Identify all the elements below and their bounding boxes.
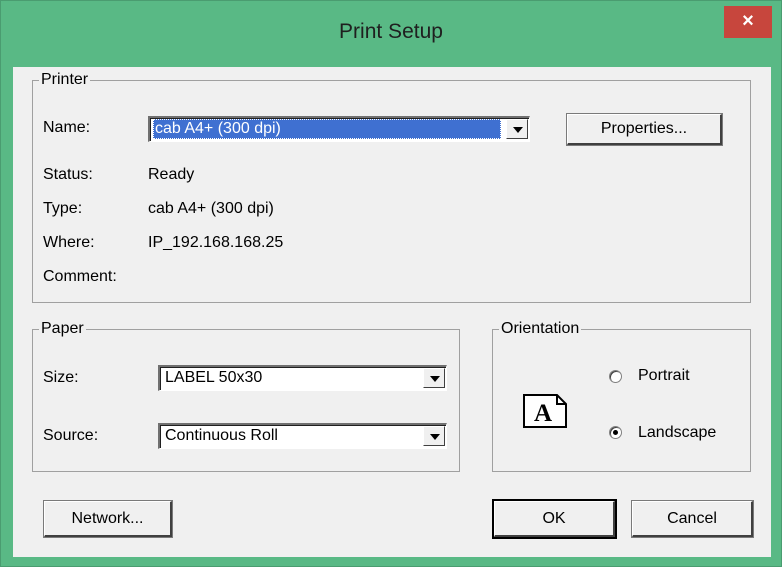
paper-source-label: Source: [43,427,99,444]
portrait-radio[interactable] [609,370,622,383]
paper-group-label: Paper [39,319,86,339]
paper-source-value: Continuous Roll [165,427,278,444]
network-button[interactable]: Network... [44,501,172,537]
dialog-client-area: Printer Name: cab A4+ (300 dpi) Properti… [13,67,771,557]
chevron-down-icon[interactable] [423,426,445,446]
chevron-down-icon[interactable] [506,119,528,139]
print-setup-dialog: Print Setup × Printer Name: cab A4+ (300… [0,0,782,567]
paper-size-select[interactable]: LABEL 50x30 [158,365,447,391]
type-label: Type: [43,200,83,217]
title-bar[interactable]: Print Setup × [1,1,781,67]
orientation-group-label: Orientation [499,319,582,339]
landscape-page-icon: A [523,394,567,428]
type-value: cab A4+ (300 dpi) [148,200,274,217]
printer-name-value: cab A4+ (300 dpi) [153,119,501,139]
printer-group: Printer Name: cab A4+ (300 dpi) Properti… [32,70,751,303]
printer-name-label: Name: [43,119,91,136]
landscape-label[interactable]: Landscape [638,423,716,443]
ok-button[interactable]: OK [494,501,615,537]
status-value: Ready [148,166,195,183]
paper-source-select[interactable]: Continuous Roll [158,423,447,449]
paper-group: Paper Size: LABEL 50x30 Source: Continuo… [32,319,460,472]
where-value: IP_192.168.168.25 [148,234,284,251]
network-button-label: Network... [71,510,144,527]
printer-name-select[interactable]: cab A4+ (300 dpi) [148,116,530,142]
where-label: Where: [43,234,95,251]
window-title: Print Setup [339,20,443,43]
close-button[interactable]: × [724,6,772,38]
paper-size-label: Size: [43,369,79,386]
cancel-button[interactable]: Cancel [632,501,753,537]
properties-button[interactable]: Properties... [567,114,722,145]
printer-group-label: Printer [39,70,91,90]
orientation-icon-letter: A [534,400,552,427]
close-icon: × [742,10,754,32]
properties-button-label: Properties... [600,120,688,137]
comment-label: Comment: [43,268,117,285]
portrait-label[interactable]: Portrait [638,366,690,386]
cancel-button-label: Cancel [667,510,717,527]
status-label: Status: [43,166,93,183]
ok-button-label: OK [542,510,566,527]
chevron-down-icon[interactable] [423,368,445,388]
landscape-radio[interactable] [609,426,622,439]
orientation-group: Orientation A Portrait Landscape [492,319,751,472]
paper-size-value: LABEL 50x30 [165,369,263,386]
